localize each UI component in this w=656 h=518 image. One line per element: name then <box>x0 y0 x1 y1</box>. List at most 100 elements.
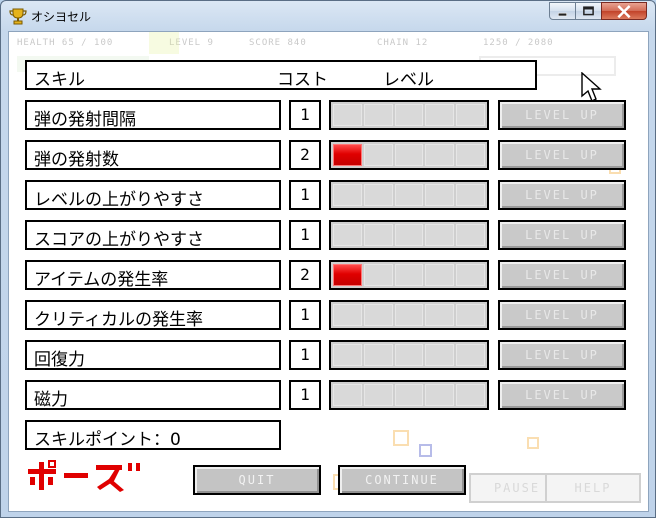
help-button[interactable]: HELP <box>545 473 641 503</box>
level-segment <box>333 344 362 366</box>
level-segment <box>456 384 485 406</box>
level-segment <box>425 144 455 166</box>
skill-name: レベルの上がりやすさ <box>34 190 204 210</box>
skill-level-bar <box>329 300 489 330</box>
skill-name-box: 磁力 <box>25 380 281 410</box>
level-segment <box>394 384 424 406</box>
level-segment <box>333 144 362 166</box>
skill-name-box: レベルの上がりやすさ <box>25 180 281 210</box>
skill-name-box: 弾の発射数 <box>25 140 281 170</box>
skill-table-header: スキル コスト レベル <box>25 60 537 90</box>
window-title: オシヨセル <box>31 10 92 24</box>
maximize-icon <box>583 6 594 16</box>
level-segment <box>456 184 485 206</box>
skill-level-bar <box>329 140 489 170</box>
chain-readout: CHAIN 12 <box>377 38 429 48</box>
level-segment <box>333 264 362 286</box>
level-segment <box>363 304 393 326</box>
level-segment <box>333 184 362 206</box>
skill-cost: 1 <box>289 220 321 250</box>
pause-logo <box>28 460 140 492</box>
bg-particle <box>393 430 409 446</box>
level-segment <box>425 304 455 326</box>
level-segment <box>394 304 424 326</box>
level-up-button[interactable]: LEVEL UP <box>498 140 626 170</box>
skill-points: スキルポイント：0 <box>34 430 181 450</box>
skill-cost: 1 <box>289 180 321 210</box>
level-segment <box>425 264 455 286</box>
skill-name-box: 回復力 <box>25 340 281 370</box>
level-segment <box>363 344 393 366</box>
skill-level-bar <box>329 100 489 130</box>
close-button[interactable] <box>601 2 647 20</box>
quit-button[interactable]: QUIT <box>193 465 321 495</box>
level-segment <box>456 104 485 126</box>
level-segment <box>456 224 485 246</box>
level-segment <box>363 184 393 206</box>
header-skill: スキル <box>34 70 85 90</box>
level-segment <box>333 384 362 406</box>
skill-level-bar <box>329 380 489 410</box>
bg-block <box>149 32 179 54</box>
level-segment <box>394 104 424 126</box>
skill-name-box: アイテムの発生率 <box>25 260 281 290</box>
level-segment <box>456 144 485 166</box>
skill-name: クリティカルの発生率 <box>34 310 203 330</box>
header-level: レベル <box>383 70 434 90</box>
level-up-button[interactable]: LEVEL UP <box>498 100 626 130</box>
level-segment <box>333 104 362 126</box>
skill-cost: 2 <box>289 260 321 290</box>
skill-name: 回復力 <box>34 350 85 370</box>
maximize-button[interactable] <box>575 2 602 20</box>
skill-points-box: スキルポイント：0 <box>25 420 281 450</box>
close-icon <box>617 5 631 19</box>
skill-name-box: クリティカルの発生率 <box>25 300 281 330</box>
level-segment <box>394 184 424 206</box>
bg-particle <box>527 437 539 449</box>
game-area[interactable]: HEALTH 65 / 100 LEVEL 9 SCORE 840 CHAIN … <box>8 31 649 512</box>
mouse-cursor-icon <box>581 72 602 102</box>
skill-level-bar <box>329 180 489 210</box>
level-segment <box>394 344 424 366</box>
exp-readout: 1250 / 2080 <box>483 38 554 48</box>
level-segment <box>363 104 393 126</box>
skill-name: 弾の発射数 <box>34 150 119 170</box>
skill-name-box: 弾の発射間隔 <box>25 100 281 130</box>
level-up-button[interactable]: LEVEL UP <box>498 380 626 410</box>
level-segment <box>425 344 455 366</box>
skill-name: 磁力 <box>34 390 68 410</box>
minimize-icon <box>558 12 567 17</box>
level-segment <box>333 304 362 326</box>
level-up-button[interactable]: LEVEL UP <box>498 340 626 370</box>
level-segment <box>363 224 393 246</box>
level-segment <box>363 264 393 286</box>
skill-name: 弾の発射間隔 <box>34 110 136 130</box>
level-segment <box>425 384 455 406</box>
level-up-button[interactable]: LEVEL UP <box>498 220 626 250</box>
level-segment <box>394 264 424 286</box>
skill-cost: 1 <box>289 100 321 130</box>
skill-cost: 1 <box>289 340 321 370</box>
header-cost: コスト <box>277 70 328 90</box>
title-bar: オシヨセル <box>1 1 655 31</box>
level-up-button[interactable]: LEVEL UP <box>498 300 626 330</box>
level-segment <box>456 264 485 286</box>
minimize-button[interactable] <box>549 2 576 20</box>
level-segment <box>425 184 455 206</box>
level-segment <box>363 144 393 166</box>
level-segment <box>363 384 393 406</box>
skill-cost: 2 <box>289 140 321 170</box>
skill-level-bar <box>329 340 489 370</box>
skill-name-box: スコアの上がりやすさ <box>25 220 281 250</box>
level-up-button[interactable]: LEVEL UP <box>498 260 626 290</box>
level-segment <box>425 224 455 246</box>
level-segment <box>456 344 485 366</box>
level-segment <box>425 104 455 126</box>
level-segment <box>333 224 362 246</box>
app-window: オシヨセル HEALTH 65 / 100 LEVEL 9 SCORE 840 … <box>0 0 656 518</box>
skill-cost: 1 <box>289 380 321 410</box>
continue-button[interactable]: CONTINUE <box>338 465 466 495</box>
level-up-button[interactable]: LEVEL UP <box>498 180 626 210</box>
level-segment <box>394 224 424 246</box>
skill-name: スコアの上がりやすさ <box>34 230 204 250</box>
